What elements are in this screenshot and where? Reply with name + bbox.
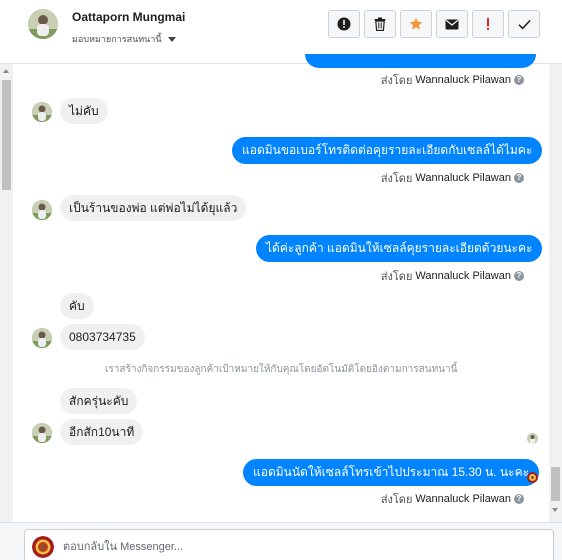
email-button[interactable] [436,10,468,38]
contact-avatar-small [32,102,52,122]
scroll-down-arrow-icon[interactable] [552,508,558,512]
reply-composer[interactable] [24,529,554,560]
contact-avatar-small [32,423,52,443]
conversation-toolbar [328,10,540,38]
message-bubble-incoming: คับ [60,293,94,319]
mark-unread-button[interactable] [328,10,360,38]
sent-by-label: ส่งโดย [380,173,413,185]
delete-button[interactable] [364,10,396,38]
help-icon[interactable]: ? [514,173,524,183]
right-scrollbar[interactable] [549,64,562,522]
left-scrollbar[interactable] [0,64,13,522]
spam-icon [487,18,489,30]
composer-area [0,522,562,560]
checkmark-icon [517,19,531,29]
page-seen-avatar [527,472,538,483]
sent-by-line: ส่งโดย Wannaluck Pilawan ? [381,267,524,285]
contact-seen-avatar [527,433,538,444]
sent-by-name[interactable]: Wannaluck Pilawan [415,493,511,505]
left-scrollbar-thumb[interactable] [2,80,11,190]
mark-spam-button[interactable] [472,10,504,38]
right-scrollbar-thumb[interactable] [551,467,560,501]
contact-avatar-small [32,200,52,220]
assign-conversation-dropdown[interactable]: มอบหมายการสนทนานี้ [72,32,176,46]
message-bubble-outgoing: แอดมินขอเบอร์โทรติดต่อคุยรายละเอียดกับเซ… [232,137,543,164]
message-bubble-incoming: อีกสัก10นาที [60,419,144,445]
message-bubble-incoming: สักครุ่นะคับ [60,388,138,414]
page-avatar [32,536,54,558]
contact-avatar[interactable] [28,9,58,39]
sent-by-line: ส่งโดย Wannaluck Pilawan ? [381,490,524,508]
sent-by-name[interactable]: Wannaluck Pilawan [415,270,511,282]
message-bubble-outgoing: ได้ค่ะลูกค้า แอดมินให้เซลล์คุยรายละเอียด… [256,235,543,262]
message-bubble-outgoing-partial [305,54,536,68]
star-icon [409,17,423,30]
star-button[interactable] [400,10,432,38]
alert-icon [337,17,351,31]
sent-by-label: ส่งโดย [380,271,413,283]
sent-by-line: ส่งโดย Wannaluck Pilawan ? [381,169,524,187]
activity-note: เราสร้างกิจกรรมของลูกค้าเป้าหมายให้กับคุ… [105,364,458,375]
message-bubble-outgoing: แอดมินนัดให้เซลล์โทรเข้าไปประมาณ 15.30 น… [243,459,540,486]
help-icon[interactable]: ? [514,75,524,85]
assign-label: มอบหมายการสนทนานี้ [72,34,162,44]
help-icon[interactable]: ? [514,271,524,281]
sent-by-name[interactable]: Wannaluck Pilawan [415,74,511,86]
message-bubble-incoming: 0803734735 [60,324,145,350]
help-icon[interactable]: ? [514,494,524,504]
trash-icon [374,17,386,31]
envelope-icon [445,19,459,29]
message-bubble-incoming: เป็นร้านของพ่อ แต่พ่อไม่ได้ยุแล้ว [60,195,247,221]
sent-by-name[interactable]: Wannaluck Pilawan [415,172,511,184]
contact-name[interactable]: Oattaporn Mungmai [72,10,185,24]
caret-down-icon [167,36,176,42]
mark-done-button[interactable] [508,10,540,38]
sent-by-label: ส่งโดย [380,75,413,87]
sent-by-line: ส่งโดย Wannaluck Pilawan ? [381,71,524,89]
reply-input[interactable] [63,538,533,556]
scroll-up-arrow-icon[interactable] [3,69,9,73]
message-bubble-incoming: ไม่คับ [60,98,108,124]
sent-by-label: ส่งโดย [380,494,413,506]
contact-avatar-small [32,328,52,348]
message-thread: ส่งโดย Wannaluck Pilawan ? ไม่คับ แอดมิน… [13,54,549,522]
